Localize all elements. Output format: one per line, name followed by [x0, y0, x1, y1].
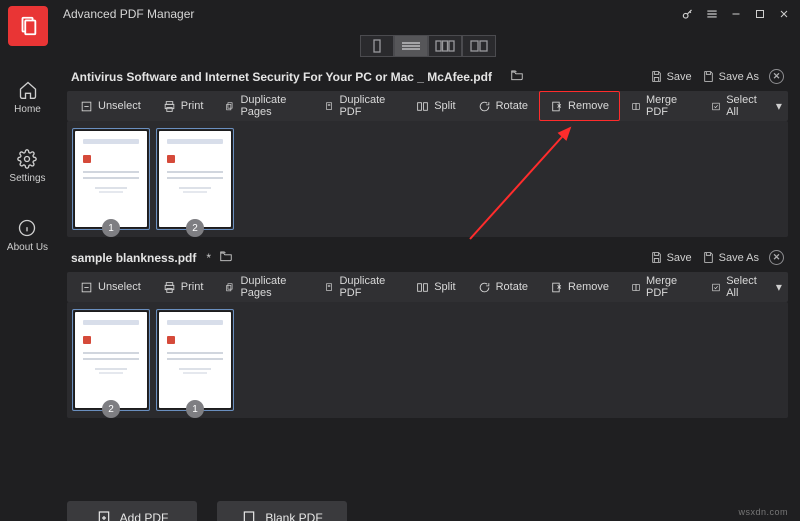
- rotate-button[interactable]: Rotate: [467, 91, 539, 121]
- home-icon: [18, 80, 38, 100]
- page-number-badge: 2: [102, 400, 120, 418]
- unselect-icon: [80, 281, 93, 294]
- toolbar-more-button[interactable]: ▾: [772, 280, 786, 294]
- split-button[interactable]: Split: [405, 272, 466, 302]
- rotate-icon: [478, 100, 491, 113]
- merge-icon: [631, 100, 641, 113]
- remove-icon: [550, 281, 563, 294]
- app-title: Advanced PDF Manager: [63, 7, 194, 21]
- save-icon: [650, 251, 663, 264]
- duplicate-pdf-button[interactable]: Duplicate PDF: [313, 91, 405, 121]
- sidebar-item-label: About Us: [7, 242, 48, 253]
- document-header: Antivirus Software and Internet Security…: [67, 66, 788, 91]
- remove-icon: [550, 100, 563, 113]
- save-button[interactable]: Save: [650, 251, 692, 264]
- page-thumbnail[interactable]: 2: [75, 312, 147, 408]
- duplicate-pages-icon: [225, 281, 235, 294]
- duplicate-pdf-icon: [324, 281, 334, 294]
- bottom-action-bar: Add PDF Blank PDF: [55, 495, 800, 521]
- add-pdf-button[interactable]: Add PDF: [67, 501, 197, 521]
- close-window-button[interactable]: [776, 6, 792, 22]
- page-number-badge: 1: [102, 219, 120, 237]
- maximize-button[interactable]: [752, 6, 768, 22]
- menu-icon[interactable]: [704, 6, 720, 22]
- page-number-badge: 2: [186, 219, 204, 237]
- page-thumbnail[interactable]: 1: [75, 131, 147, 227]
- save-as-icon: [702, 70, 715, 83]
- titlebar: Advanced PDF Manager: [55, 0, 800, 28]
- view-grid-2[interactable]: [462, 35, 496, 57]
- gear-icon: [17, 149, 37, 169]
- sidebar-item-label: Settings: [9, 173, 45, 184]
- page-thumbnail[interactable]: 2: [159, 131, 231, 227]
- page-thumbnail-strip: 2 1: [67, 302, 788, 418]
- print-button[interactable]: Print: [152, 272, 215, 302]
- save-icon: [650, 70, 663, 83]
- rotate-button[interactable]: Rotate: [467, 272, 539, 302]
- select-all-button[interactable]: Select All: [700, 91, 772, 121]
- save-as-button[interactable]: Save As: [702, 70, 759, 83]
- save-button[interactable]: Save: [650, 70, 692, 83]
- merge-pdf-button[interactable]: Merge PDF: [620, 272, 700, 302]
- remove-button[interactable]: Remove: [539, 91, 620, 121]
- save-as-button[interactable]: Save As: [702, 251, 759, 264]
- document-toolbar: Unselect Print Duplicate Pages Duplicate…: [67, 272, 788, 302]
- print-icon: [163, 281, 176, 294]
- minimize-button[interactable]: [728, 6, 744, 22]
- add-pdf-icon: [96, 510, 112, 521]
- document-filename: sample blankness.pdf: [71, 251, 196, 265]
- duplicate-pdf-icon: [324, 100, 334, 113]
- page-thumbnail[interactable]: 1: [159, 312, 231, 408]
- print-button[interactable]: Print: [152, 91, 215, 121]
- sidebar-item-about[interactable]: About Us: [7, 218, 48, 253]
- unselect-icon: [80, 100, 93, 113]
- select-all-button[interactable]: Select All: [700, 272, 772, 302]
- split-icon: [416, 100, 429, 113]
- sidebar-item-settings[interactable]: Settings: [9, 149, 45, 184]
- watermark-text: wsxdn.com: [738, 507, 788, 517]
- document-filename: Antivirus Software and Internet Security…: [71, 70, 492, 84]
- page-thumbnail-strip: 1 2: [67, 121, 788, 237]
- toolbar-more-button[interactable]: ▾: [772, 99, 786, 113]
- sidebar-item-home[interactable]: Home: [14, 80, 41, 115]
- remove-button[interactable]: Remove: [539, 272, 620, 302]
- merge-icon: [631, 281, 641, 294]
- open-folder-icon[interactable]: [219, 249, 233, 266]
- rotate-icon: [478, 281, 491, 294]
- save-as-icon: [702, 251, 715, 264]
- unselect-button[interactable]: Unselect: [69, 91, 152, 121]
- close-document-button[interactable]: ✕: [769, 69, 784, 84]
- license-key-icon[interactable]: [680, 6, 696, 22]
- info-icon: [17, 218, 37, 238]
- split-button[interactable]: Split: [405, 91, 466, 121]
- unselect-button[interactable]: Unselect: [69, 272, 152, 302]
- split-icon: [416, 281, 429, 294]
- blank-pdf-icon: [241, 510, 257, 521]
- open-folder-icon[interactable]: [510, 68, 524, 85]
- duplicate-pdf-button[interactable]: Duplicate PDF: [313, 272, 405, 302]
- select-all-icon: [711, 281, 721, 294]
- document-header: sample blankness.pdf * Save Save As: [67, 247, 788, 272]
- document-panel: sample blankness.pdf * Save Save As: [67, 247, 788, 418]
- duplicate-pages-icon: [225, 100, 235, 113]
- view-list[interactable]: [394, 35, 428, 57]
- document-dirty-marker: *: [206, 251, 211, 265]
- sidebar-item-label: Home: [14, 104, 41, 115]
- document-panel: Antivirus Software and Internet Security…: [67, 66, 788, 237]
- view-switcher: [55, 28, 800, 64]
- duplicate-pages-button[interactable]: Duplicate Pages: [214, 91, 313, 121]
- document-toolbar: Unselect Print Duplicate Pages Duplicate…: [67, 91, 788, 121]
- view-grid-3[interactable]: [428, 35, 462, 57]
- print-icon: [163, 100, 176, 113]
- duplicate-pages-button[interactable]: Duplicate Pages: [214, 272, 313, 302]
- blank-pdf-button[interactable]: Blank PDF: [217, 501, 347, 521]
- view-single[interactable]: [360, 35, 394, 57]
- merge-pdf-button[interactable]: Merge PDF: [620, 91, 700, 121]
- page-number-badge: 1: [186, 400, 204, 418]
- close-document-button[interactable]: ✕: [769, 250, 784, 265]
- app-logo: [8, 6, 48, 46]
- select-all-icon: [711, 100, 721, 113]
- app-sidebar: Home Settings About Us: [0, 0, 55, 521]
